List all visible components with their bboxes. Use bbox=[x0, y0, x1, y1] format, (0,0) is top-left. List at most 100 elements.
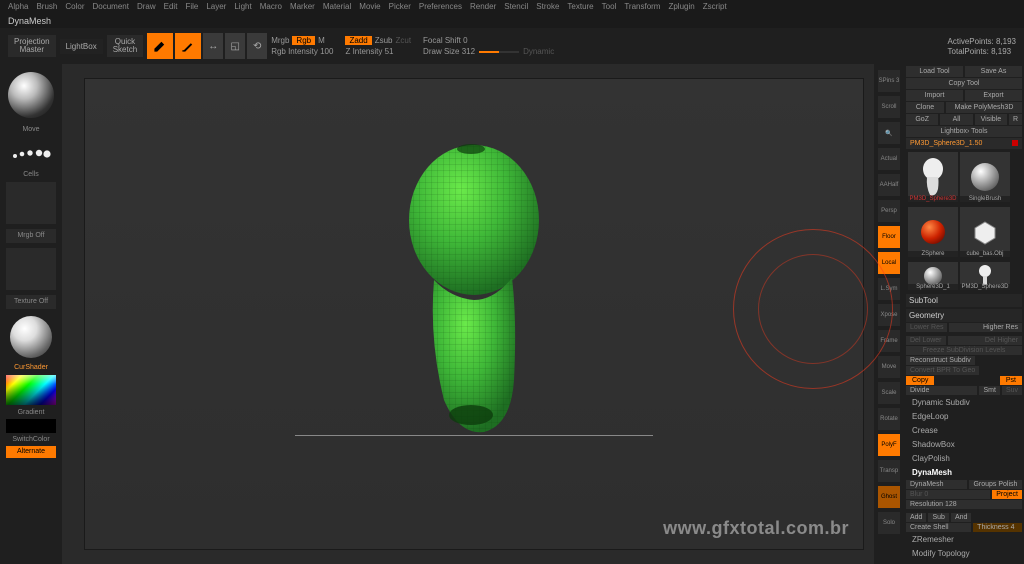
scroll-button[interactable]: Scroll bbox=[878, 96, 900, 118]
menu-item[interactable]: Stencil bbox=[504, 2, 528, 12]
menu-item[interactable]: Zplugin bbox=[668, 2, 694, 12]
convert-bpr-button[interactable]: Convert BPR To Geo bbox=[906, 366, 979, 375]
smt-button[interactable]: Smt bbox=[979, 386, 999, 395]
move-button[interactable]: Move bbox=[878, 356, 900, 378]
menu-item[interactable]: Color bbox=[65, 2, 84, 12]
menu-item[interactable]: Transform bbox=[624, 2, 660, 12]
menu-item[interactable]: Layer bbox=[206, 2, 226, 12]
polyf-button[interactable]: PolyF bbox=[878, 434, 900, 456]
transp-button[interactable]: Transp bbox=[878, 460, 900, 482]
edgeloop-section[interactable]: EdgeLoop bbox=[906, 410, 1022, 423]
xpose-button[interactable]: Xpose bbox=[878, 304, 900, 326]
menu-item[interactable]: Render bbox=[470, 2, 496, 12]
menu-item[interactable]: Marker bbox=[290, 2, 315, 12]
spins-button[interactable]: SPins 3 bbox=[878, 70, 900, 92]
del-higher-button[interactable]: Del Higher bbox=[948, 336, 1022, 345]
aahalf-button[interactable]: AAHalf bbox=[878, 174, 900, 196]
del-lower-button[interactable]: Del Lower bbox=[906, 336, 946, 345]
quick-sketch-button[interactable]: Quick Sketch bbox=[107, 35, 143, 57]
claypolish-section[interactable]: ClayPolish bbox=[906, 452, 1022, 465]
m-button[interactable]: M bbox=[318, 36, 325, 45]
create-shell-button[interactable]: Create Shell bbox=[906, 523, 971, 532]
draw-size-slider[interactable] bbox=[479, 51, 519, 53]
and-button[interactable]: And bbox=[951, 513, 971, 522]
menu-item[interactable]: Edit bbox=[164, 2, 178, 12]
add-button[interactable]: Add bbox=[906, 513, 926, 522]
copy-tool-button[interactable]: Copy Tool bbox=[906, 78, 1022, 89]
copy-button[interactable]: Copy bbox=[906, 376, 934, 385]
z-intensity[interactable]: Z Intensity 51 bbox=[345, 47, 393, 56]
frame-button[interactable]: Frame bbox=[878, 330, 900, 352]
zcut-button[interactable]: Zcut bbox=[395, 36, 411, 45]
subtool-section[interactable]: SubTool bbox=[906, 294, 1022, 307]
local-button[interactable]: Local bbox=[878, 252, 900, 274]
menu-item[interactable]: Document bbox=[93, 2, 129, 12]
actual-button[interactable]: Actual bbox=[878, 148, 900, 170]
menu-item[interactable]: Picker bbox=[389, 2, 411, 12]
rotate-icon[interactable]: ⟲ bbox=[247, 33, 267, 59]
stroke-preview[interactable] bbox=[8, 137, 54, 167]
solo-button[interactable]: Solo bbox=[878, 512, 900, 534]
rgb-intensity[interactable]: Rgb Intensity 100 bbox=[271, 47, 333, 56]
move-icon[interactable]: ↔ bbox=[203, 33, 223, 59]
resolution-slider[interactable]: Resolution 128 bbox=[906, 500, 1022, 509]
menu-item[interactable]: Tool bbox=[602, 2, 617, 12]
sub-button[interactable]: Sub bbox=[928, 513, 948, 522]
higher-res-button[interactable]: Higher Res bbox=[949, 323, 1022, 332]
menu-item[interactable]: Stroke bbox=[536, 2, 559, 12]
shadowbox-section[interactable]: ShadowBox bbox=[906, 438, 1022, 451]
geometry-section[interactable]: Geometry bbox=[906, 309, 1022, 322]
mrgb-label[interactable]: Mrgb bbox=[271, 36, 289, 45]
modify-topology-section[interactable]: Modify Topology bbox=[906, 547, 1022, 560]
freeze-subdiv-button[interactable]: Freeze SubDivision Levels bbox=[906, 346, 1022, 355]
rotate-button[interactable]: Rotate bbox=[878, 408, 900, 430]
menu-item[interactable]: Zscript bbox=[703, 2, 727, 12]
texture-slot[interactable] bbox=[6, 248, 56, 290]
goz-visible-button[interactable]: Visible bbox=[975, 114, 1007, 125]
menu-item[interactable]: Macro bbox=[260, 2, 282, 12]
tool-thumb[interactable]: PM3D_Sphere3D bbox=[908, 152, 958, 202]
edit-icon[interactable] bbox=[147, 33, 173, 59]
focal-shift[interactable]: Focal Shift 0 bbox=[423, 36, 467, 45]
dynamic-button[interactable]: Dynamic bbox=[523, 47, 554, 56]
goz-all-button[interactable]: All bbox=[940, 114, 972, 125]
goz-r-button[interactable]: R bbox=[1009, 114, 1022, 125]
mesh-object[interactable] bbox=[389, 140, 559, 440]
zoom-button[interactable]: 🔍 bbox=[878, 122, 900, 144]
menu-item[interactable]: Movie bbox=[359, 2, 380, 12]
menu-item[interactable]: Texture bbox=[567, 2, 593, 12]
tool-thumb[interactable]: ZSphere bbox=[908, 207, 958, 257]
lightbox-tools-button[interactable]: Lightbox› Tools bbox=[906, 126, 1022, 137]
tool-thumb[interactable]: SingleBrush bbox=[960, 152, 1010, 202]
tool-thumb[interactable]: Sphere3D_1 bbox=[908, 262, 958, 290]
menu-item[interactable]: Light bbox=[234, 2, 251, 12]
load-tool-button[interactable]: Load Tool bbox=[906, 66, 963, 77]
groups-polish-button[interactable]: Groups Polish bbox=[969, 480, 1022, 489]
projection-master-button[interactable]: Projection Master bbox=[8, 35, 56, 57]
zadd-button[interactable]: Zadd bbox=[345, 36, 371, 45]
import-button[interactable]: Import bbox=[906, 90, 963, 101]
menu-item[interactable]: Alpha bbox=[8, 2, 28, 12]
make-polymesh-button[interactable]: Make PolyMesh3D bbox=[946, 102, 1022, 113]
lower-res-button[interactable]: Lower Res bbox=[906, 323, 947, 332]
tool-thumb[interactable]: cube_bas.Obj bbox=[960, 207, 1010, 257]
zsub-button[interactable]: Zsub bbox=[375, 36, 393, 45]
floor-button[interactable]: Floor bbox=[878, 226, 900, 248]
texture-off-button[interactable]: Texture Off bbox=[6, 295, 56, 309]
save-as-button[interactable]: Save As bbox=[965, 66, 1022, 77]
color-picker[interactable] bbox=[6, 375, 56, 405]
draw-icon[interactable] bbox=[175, 33, 201, 59]
alpha-slot[interactable] bbox=[6, 182, 56, 224]
clone-button[interactable]: Clone bbox=[906, 102, 944, 113]
scale-icon[interactable]: ◱ bbox=[225, 33, 245, 59]
paste-button[interactable]: Pst bbox=[1000, 376, 1022, 385]
switch-color-button[interactable]: SwitchColor bbox=[2, 436, 60, 443]
dynamesh-section[interactable]: DynaMesh bbox=[906, 466, 1022, 479]
scale-button[interactable]: Scale bbox=[878, 382, 900, 404]
material-preview[interactable] bbox=[10, 316, 52, 358]
dynamesh-button[interactable]: DynaMesh bbox=[906, 480, 967, 489]
persp-button[interactable]: Persp bbox=[878, 200, 900, 222]
menu-item[interactable]: Preferences bbox=[419, 2, 462, 12]
export-button[interactable]: Export bbox=[965, 90, 1022, 101]
draw-size[interactable]: Draw Size 312 bbox=[423, 47, 475, 56]
